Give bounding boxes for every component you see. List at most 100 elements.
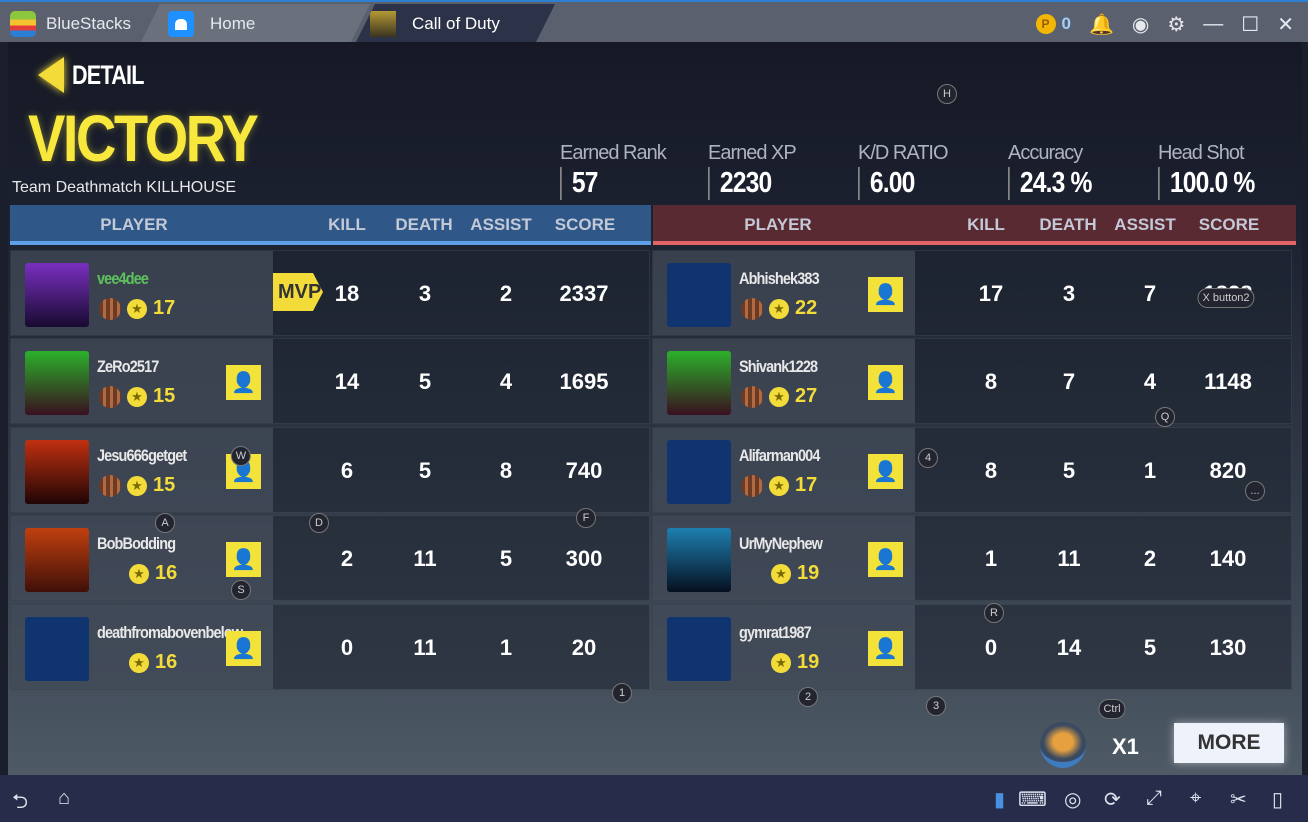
stat-assist: 8: [499, 458, 513, 483]
stat-assist: 5: [499, 546, 513, 571]
tab-call-of-duty[interactable]: Call of Duty: [355, 4, 555, 44]
add-friend-button[interactable]: 👤: [868, 365, 903, 400]
table-row: UrMyNephew ★ 19 👤 1 11 2 140: [652, 515, 1292, 601]
player-rank: ★ 19: [771, 651, 819, 674]
back-nav-icon[interactable]: ⮌: [12, 787, 28, 821]
col-score: SCORE: [1198, 215, 1260, 234]
player-name: Shivank1228: [739, 357, 818, 376]
add-friend-button[interactable]: 👤: [226, 631, 261, 666]
avatar: [667, 351, 731, 415]
table-row: BobBodding ★ 16 👤 2 11 5 300: [10, 515, 650, 601]
key-hint: 3: [926, 696, 946, 716]
add-friend-icon: 👤: [873, 461, 898, 483]
mvp-badge: MVP: [273, 273, 323, 311]
col-kill: KILL: [967, 215, 1005, 234]
col-death: DEATH: [395, 215, 453, 234]
keyboard-icon[interactable]: ⌨: [1018, 787, 1047, 812]
key-hint: S: [231, 580, 251, 600]
add-friend-button[interactable]: 👤: [868, 454, 903, 489]
add-friend-icon: 👤: [231, 372, 256, 394]
stat-assist: 2: [1143, 546, 1157, 571]
stat-score: 740: [565, 458, 603, 483]
stat-death: 11: [1057, 546, 1081, 571]
stat-kill: 8: [984, 458, 998, 483]
key-hint: Ctrl: [1098, 699, 1126, 719]
match-mode: Team Deathmatch KILLHOUSE: [12, 179, 237, 196]
account-icon[interactable]: ◉: [1132, 12, 1149, 37]
shake-icon[interactable]: ▯: [1272, 787, 1283, 812]
key-hint: 1: [612, 683, 632, 703]
player-name: Abhishek383: [739, 269, 820, 288]
player-name: vee4dee: [97, 269, 149, 288]
add-friend-button[interactable]: 👤: [226, 365, 261, 400]
player-level: 17: [153, 297, 176, 319]
col-death: DEATH: [1039, 215, 1097, 234]
table-row: gymrat1987 ★ 19 👤 0 14 5 130: [652, 604, 1292, 690]
stat-death: 3: [1062, 281, 1076, 306]
avatar: [25, 617, 89, 681]
minimize-icon[interactable]: —: [1203, 13, 1223, 36]
col-assist: ASSIST: [470, 215, 532, 234]
stat-death: 5: [418, 458, 432, 483]
controls-icon[interactable]: ▮: [994, 787, 1005, 812]
bell-icon[interactable]: 🔔: [1089, 12, 1114, 37]
fullscreen-icon[interactable]: ⤢: [1146, 787, 1162, 810]
home-icon: [168, 11, 194, 37]
player-name: gymrat1987: [739, 623, 812, 642]
col-player: PLAYER: [100, 215, 168, 234]
more-button[interactable]: MORE: [1174, 723, 1284, 763]
stat-assist: 7: [1143, 281, 1157, 306]
stat-kill: 6: [340, 458, 354, 483]
bluestacks-logo: BlueStacks: [0, 4, 150, 44]
medal-icon: [99, 474, 121, 497]
stat-earned-xp: Earned XP 2230: [708, 142, 797, 200]
tab-home[interactable]: Home: [140, 4, 370, 44]
red-team-header: PLAYER KILL DEATH ASSIST SCORE: [653, 205, 1296, 245]
player-name: ZeRo2517: [97, 357, 159, 376]
maximize-icon[interactable]: ☐: [1241, 12, 1259, 37]
gear-icon[interactable]: ⚙: [1167, 12, 1185, 37]
player-level: 27: [795, 385, 818, 407]
stat-kill: 17: [978, 281, 1004, 306]
home-nav-icon[interactable]: ⌂: [58, 787, 70, 810]
scissors-icon[interactable]: ✂: [1230, 787, 1247, 812]
location-icon[interactable]: ⌖: [1190, 787, 1201, 810]
stat-kill: 0: [340, 635, 354, 660]
close-icon[interactable]: ✕: [1277, 12, 1294, 37]
star-icon: ★: [127, 386, 147, 407]
eye-icon[interactable]: ◎: [1064, 787, 1081, 812]
avatar: [667, 528, 731, 592]
medal-icon: [99, 297, 121, 320]
player-rank: ★ 17: [741, 474, 817, 497]
medal-icon: [741, 297, 763, 320]
add-friend-button[interactable]: 👤: [226, 542, 261, 577]
player-level: 16: [155, 562, 178, 584]
stat-death: 7: [1062, 369, 1076, 394]
player-rank: ★ 19: [771, 562, 819, 585]
stat-kd-ratio: K/D RATIO 6.00: [858, 142, 949, 200]
blue-team-header: PLAYER KILL DEATH ASSIST SCORE: [10, 205, 651, 245]
back-button[interactable]: DETAIL: [38, 57, 162, 93]
star-icon: ★: [771, 652, 791, 673]
add-friend-button[interactable]: 👤: [868, 542, 903, 577]
tab-label: Home: [210, 14, 256, 33]
col-kill: KILL: [328, 215, 366, 234]
coin-icon[interactable]: P: [1035, 14, 1056, 34]
player-level: 15: [153, 474, 176, 496]
player-rank: ★ 15: [99, 474, 175, 497]
add-friend-button[interactable]: 👤: [868, 277, 903, 312]
stat-kill: 1: [984, 546, 998, 571]
add-friend-button[interactable]: 👤: [868, 631, 903, 666]
player-rank: ★ 17: [99, 297, 175, 320]
stat-score: 2337: [559, 281, 609, 306]
call-of-duty-icon: [370, 11, 396, 37]
stat-death: 11: [413, 546, 437, 571]
rotate-icon[interactable]: ⟳: [1104, 787, 1121, 812]
stat-score: 1148: [1204, 369, 1252, 394]
star-icon: ★: [769, 298, 789, 319]
stat-assist: 4: [1143, 369, 1157, 394]
bottom-toolbar: ⮌ ⌂ ▮ ⌨ ◎ ⟳ ⤢ ⌖ ✂ ▯: [0, 775, 1308, 822]
table-row: Shivank1228 ★ 27 👤 8 7 4 1148: [652, 338, 1292, 424]
stat-kill: 8: [984, 369, 998, 394]
player-level: 15: [153, 385, 176, 407]
